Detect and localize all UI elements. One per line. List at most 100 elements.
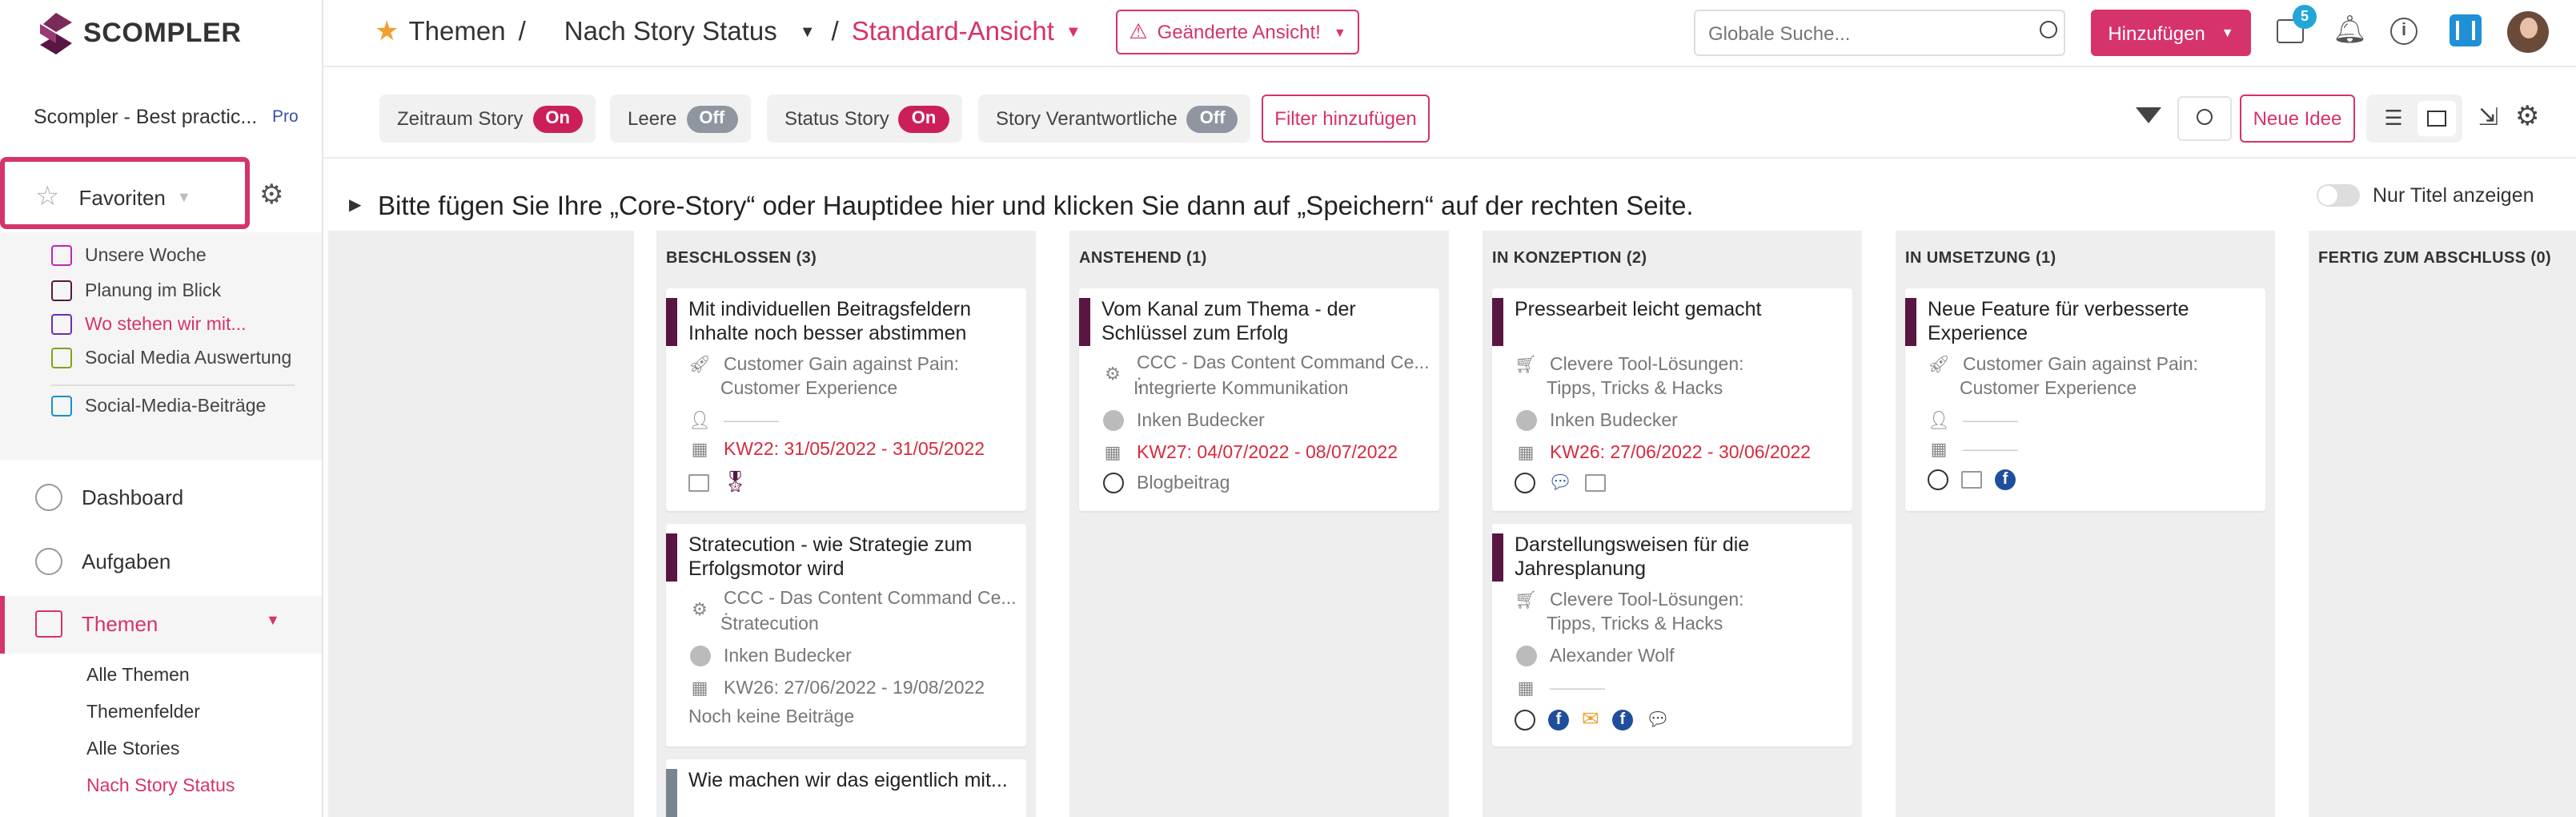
bell-icon[interactable]: 🔔︎ (2333, 14, 2367, 46)
card-extra: Noch keine Beiträge (688, 708, 855, 727)
filter-chip[interactable]: Leere Off (610, 95, 751, 143)
column-title: FERTIG ZUM ABSCHLUSS (0) (2318, 250, 2552, 268)
user-avatar[interactable] (2507, 11, 2549, 53)
rocket-icon: 🚀︎ (688, 356, 711, 375)
calendar-icon: ▦ (1517, 679, 1535, 698)
favorite-item[interactable]: Social Media Auswertung (51, 348, 291, 368)
favorite-item[interactable]: Planung im Blick (51, 280, 221, 301)
card-title: Darstellungsweisen für die Jahresplanung (1515, 533, 1750, 580)
card-date: ▦ KW26: 27/06/2022 - 30/06/2022 (1515, 442, 1812, 463)
board-column: BESCHLOSSEN (3) Mit individuellen Beitra… (656, 231, 1036, 817)
card-date: ▦ ——— (1928, 439, 2018, 460)
export-icon[interactable]: ⇲ (2478, 103, 2498, 131)
user-icon: 👤︎ (688, 412, 711, 431)
favorite-item[interactable]: Unsere Woche (51, 245, 207, 266)
card-title: Wie machen wir das eigentlich mit... (688, 769, 1008, 791)
user-icon: 👤︎ (1928, 412, 1950, 431)
mail-icon: ✉ (1582, 706, 1599, 730)
card-color-bar (1492, 533, 1503, 582)
story-card[interactable]: Neue Feature für verbesserte Experience … (1905, 288, 2265, 511)
favorites-settings-gear-icon[interactable]: ⚙ (259, 179, 284, 211)
wordpress-icon (1515, 472, 1535, 493)
favorites-label: Favoriten (78, 185, 166, 209)
wordpress-icon (1102, 473, 1123, 493)
facebook-icon: f (1611, 709, 1633, 730)
nav-tasks[interactable]: Aufgaben (35, 548, 171, 575)
intercom-icon[interactable] (2450, 14, 2482, 46)
card-title: Mit individuellen Beitragsfeldern Inhalt… (688, 298, 971, 344)
card-subtopic: Stratecution (720, 615, 819, 634)
nav-dashboard[interactable]: Dashboard (35, 484, 183, 511)
subnav-item[interactable]: Alle Themen (86, 666, 190, 686)
filter-toggle[interactable]: Off (1186, 105, 1238, 132)
cart-icon: 🛒︎ (1515, 356, 1537, 375)
filter-chip[interactable]: Status Story On (767, 95, 962, 143)
list-view-icon[interactable]: ☰ (2379, 104, 2408, 133)
column-title: IN KONZEPTION (2) (1492, 250, 1647, 268)
subnav-item[interactable]: Themenfelder (86, 703, 200, 722)
info-icon[interactable]: i (2390, 18, 2418, 45)
filter-toggle[interactable]: On (898, 105, 949, 132)
favorites-toggle[interactable]: ☆ Favoriten ▼ (35, 181, 191, 213)
filter-chip[interactable]: Zeitraum Story On (379, 95, 596, 143)
core-story-prompt[interactable]: Bitte fügen Sie Ihre „Core-Story“ oder H… (378, 192, 1694, 223)
nav-themes[interactable]: Themen (35, 610, 158, 638)
card-topic: 🚀︎ Customer Gain against Pain: (1928, 355, 2199, 375)
filter-funnel-icon[interactable] (2136, 107, 2161, 123)
calendar-icon: ▦ (1104, 444, 1121, 463)
board-view-button-active[interactable] (2418, 101, 2456, 136)
board-column: ANSTEHEND (1) Vom Kanal zum Thema - der … (1069, 231, 1449, 817)
story-card[interactable]: Vom Kanal zum Thema - der Schlüssel zum … (1079, 288, 1439, 511)
card-date: ▦ KW26: 27/06/2022 - 19/08/2022 (688, 678, 985, 698)
caret-down-icon[interactable]: ▼ (1065, 23, 1081, 41)
avatar (689, 646, 710, 666)
subnav-item[interactable]: Alle Stories (86, 740, 179, 759)
caret-right-icon[interactable]: ▶ (349, 197, 361, 215)
rocket-icon: 🚀︎ (1928, 356, 1950, 375)
story-card[interactable]: Stratecution - wie Strategie zum Erfolgs… (666, 524, 1026, 747)
story-card[interactable]: Wie machen wir das eigentlich mit... (666, 759, 1026, 817)
card-color-bar (1492, 298, 1503, 346)
global-search-input[interactable] (1694, 10, 2065, 56)
only-titles-label: Nur Titel anzeigen (2373, 184, 2534, 207)
settings-gear-icon[interactable]: ⚙ (2515, 101, 2540, 133)
column-title: BESCHLOSSEN (3) (666, 250, 817, 268)
calendar-icon: ▦ (1930, 441, 1948, 460)
subnav-item-active[interactable]: Nach Story Status (86, 777, 235, 796)
favorite-item[interactable]: Social-Media-Beiträge (51, 396, 266, 417)
wordpress-icon (1928, 469, 1948, 490)
filter-toggle[interactable]: Off (686, 105, 738, 132)
add-button[interactable]: Hinzufügen ▼ (2091, 10, 2251, 56)
filter-toggle[interactable]: On (532, 105, 583, 132)
story-card[interactable]: Mit individuellen Beitragsfeldern Inhalt… (666, 288, 1026, 511)
search-icon[interactable] (2040, 21, 2057, 38)
caret-down-icon[interactable]: ▼ (800, 23, 816, 41)
card-subtopic: Tipps, Tricks & Hacks (1547, 380, 1723, 399)
caret-down-icon: ▼ (176, 189, 191, 205)
card-subtopic: Customer Experience (1960, 380, 2137, 399)
add-filter-button[interactable]: Filter hinzufügen (1262, 95, 1430, 143)
story-card[interactable]: Darstellungsweisen für die Jahresplanung… (1492, 524, 1852, 747)
calendar-icon (51, 245, 72, 266)
new-idea-button[interactable]: Neue Idee (2240, 95, 2355, 143)
card-person: 👤︎ ——— (1928, 411, 2018, 431)
app-logo[interactable]: SCOMPLER (38, 10, 242, 58)
filter-chip[interactable]: Story Verantwortliche Off (978, 95, 1251, 143)
table-view-icon (2427, 111, 2446, 127)
only-titles-toggle[interactable] (2317, 184, 2360, 207)
board-column: IN KONZEPTION (2) Pressearbeit leicht ge… (1483, 231, 1862, 817)
favorite-item[interactable]: Wo stehen wir mit... (51, 314, 247, 335)
card-color-bar (1905, 298, 1916, 346)
breadcrumb-view[interactable]: Nach Story Status (564, 17, 777, 47)
facebook-icon: f (1995, 469, 2016, 490)
breadcrumb-root[interactable]: Themen (409, 17, 506, 47)
app-name: SCOMPLER (83, 18, 242, 48)
board-search-button[interactable] (2177, 96, 2232, 141)
workspace-name[interactable]: Scompler - Best practic... (34, 106, 257, 128)
changed-view-button[interactable]: ⚠ Geänderte Ansicht! ▼ (1116, 10, 1359, 54)
card-subtopic: Customer Experience (720, 380, 898, 399)
breadcrumb-current-view[interactable]: Standard-Ansicht (852, 17, 1054, 47)
card-topic: 🛒︎ Clevere Tool-Lösungen: (1515, 590, 1744, 610)
story-card[interactable]: Pressearbeit leicht gemacht 🛒︎ Clevere To… (1492, 288, 1852, 511)
card-color-bar (666, 533, 677, 582)
